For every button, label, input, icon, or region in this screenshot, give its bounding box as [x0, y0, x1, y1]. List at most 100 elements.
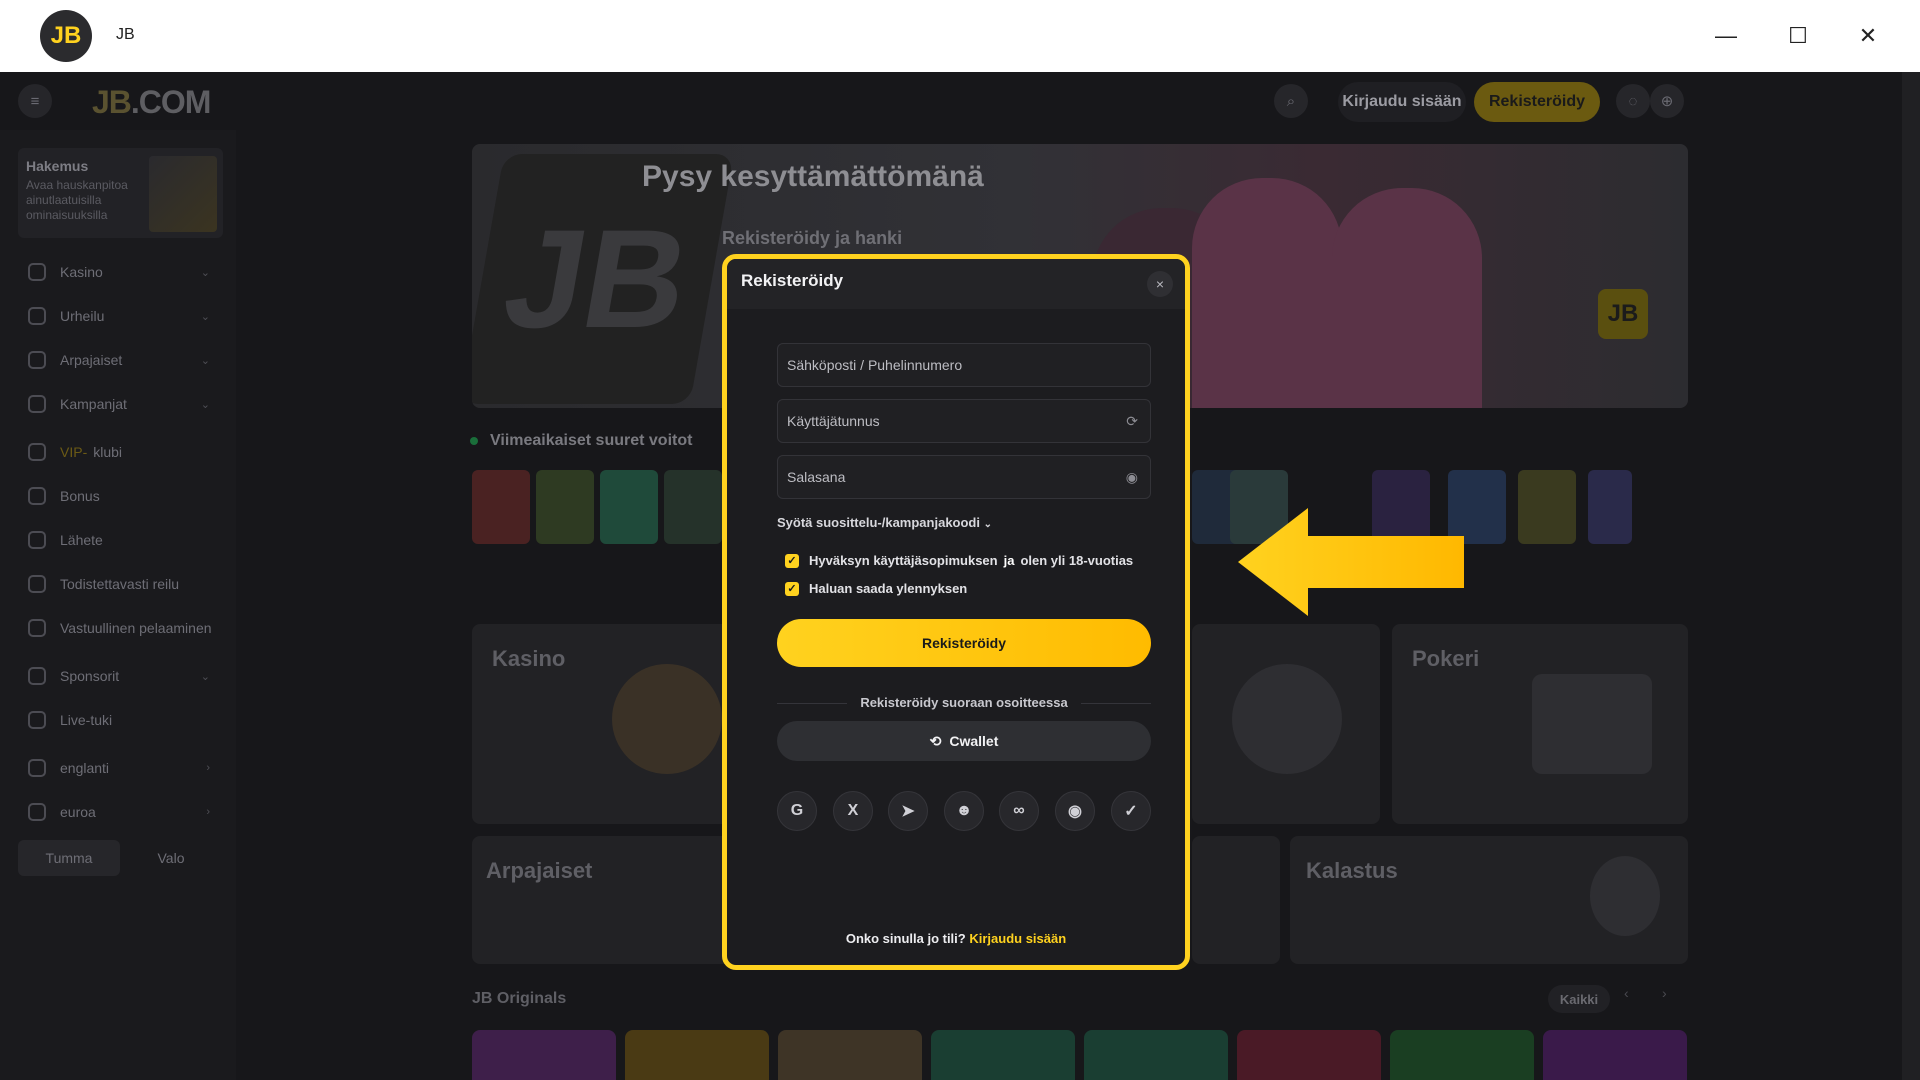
terms-checkbox-row[interactable]: ✓ Hyväksyn käyttäjäsopimuksen ja olen yl…	[785, 553, 1133, 568]
theme-light-button[interactable]: Valo	[120, 840, 222, 876]
sidebar-item-sponsorit[interactable]: Sponsorit ⌄	[18, 658, 222, 694]
site-logo[interactable]: JB.COM	[92, 84, 212, 121]
x-login-icon[interactable]: X	[833, 791, 873, 831]
roulette-image	[612, 664, 722, 774]
promo-checkbox-row[interactable]: ✓ Haluan saada ylennyksen	[785, 581, 967, 596]
headset-icon	[28, 711, 46, 729]
checkbox-checked-icon[interactable]: ✓	[785, 553, 799, 568]
cwallet-label: Cwallet	[949, 733, 999, 749]
refresh-icon[interactable]: ⟳	[1126, 413, 1138, 430]
close-window-button[interactable]: ✕	[1850, 18, 1886, 54]
chevron-left-icon[interactable]: ‹	[1624, 985, 1629, 1001]
header-login-button[interactable]: Kirjaudu sisään	[1338, 82, 1466, 122]
sidebar-item-fair[interactable]: Todistettavasti reilu	[18, 566, 222, 602]
tag-icon	[28, 395, 46, 413]
chat-icon[interactable]: ◌	[1616, 84, 1650, 118]
diamond-icon	[28, 443, 46, 461]
game-thumbnail[interactable]	[1518, 470, 1576, 544]
cwallet-icon: ⟲	[929, 732, 942, 749]
arrow-pointer-icon	[1238, 508, 1464, 616]
original-game-tile[interactable]	[625, 1030, 769, 1080]
promo-description: Avaa hauskanpitoa ainutlaatuisilla omina…	[26, 178, 128, 222]
chevron-right-icon[interactable]: ›	[1662, 985, 1667, 1001]
category-card-kalastus[interactable]: Kalastus	[1290, 836, 1688, 964]
game-thumbnail[interactable]	[536, 470, 594, 544]
original-game-tile[interactable]	[1390, 1030, 1534, 1080]
sidebar-item-responsible[interactable]: Vastuullinen pelaaminen	[18, 610, 222, 646]
telegram-login-icon[interactable]: ➤	[888, 791, 928, 831]
direct-register-divider: Rekisteröidy suoraan osoitteessa	[777, 695, 1151, 710]
game-thumbnail[interactable]	[472, 470, 530, 544]
maximize-button[interactable]: ☐	[1780, 18, 1816, 54]
password-placeholder: Salasana	[787, 469, 846, 485]
category-card-hidden[interactable]	[1192, 624, 1380, 824]
app-promo-card[interactable]: Hakemus Avaa hauskanpitoa ainutlaatuisil…	[18, 148, 223, 238]
referral-icon	[28, 531, 46, 549]
google-login-icon[interactable]: G	[777, 791, 817, 831]
site-header: ≡ JB.COM ⌕ Kirjaudu sisään Rekisteröidy …	[0, 72, 1902, 130]
sidebar-item-urheilu[interactable]: Urheilu ⌄	[18, 298, 222, 334]
checkbox-checked-icon[interactable]: ✓	[785, 581, 799, 596]
sidebar-item-vip[interactable]: VIP-klubi	[18, 434, 222, 470]
original-game-tile[interactable]	[472, 1030, 616, 1080]
banner-title: Pysy kesyttämättömänä	[642, 160, 984, 193]
sidebar-item-kampanjat[interactable]: Kampanjat ⌄	[18, 386, 222, 422]
category-card-hidden-2[interactable]	[1192, 836, 1280, 964]
category-label: Kalastus	[1306, 858, 1398, 883]
category-label: Kasino	[492, 646, 566, 671]
scrollbar[interactable]	[1902, 72, 1920, 1080]
player-image	[1192, 178, 1342, 408]
game-thumbnail[interactable]	[664, 470, 722, 544]
sports-icon	[28, 307, 46, 325]
register-modal: Rekisteröidy × Sähköposti / Puhelinnumer…	[722, 254, 1190, 970]
steam-login-icon[interactable]: ✓	[1111, 791, 1151, 831]
theme-switch: Tumma Valo	[18, 840, 222, 876]
email-field[interactable]: Sähköposti / Puhelinnumero	[777, 343, 1151, 387]
euro-icon	[28, 803, 46, 821]
original-game-tile[interactable]	[1084, 1030, 1228, 1080]
cwallet-button[interactable]: ⟲ Cwallet	[777, 721, 1151, 761]
category-card-pokeri[interactable]: Pokeri	[1392, 624, 1688, 824]
banner-subtitle: Rekisteröidy ja hanki	[722, 228, 903, 248]
scale-icon	[28, 575, 46, 593]
globe-icon[interactable]: ⊕	[1650, 84, 1684, 118]
sidebar-item-lahete[interactable]: Lähete	[18, 522, 222, 558]
metamask-login-icon[interactable]: ☻	[944, 791, 984, 831]
cards-image	[1532, 674, 1652, 774]
terms-and: ja	[1003, 553, 1015, 568]
sidebar-item-kasino[interactable]: Kasino ⌄	[18, 254, 222, 290]
sidebar-item-live-support[interactable]: Live-tuki	[18, 702, 222, 738]
password-field[interactable]: Salasana ◉	[777, 455, 1151, 499]
sidebar-item-label: Kampanjat	[60, 396, 127, 412]
sidebar-item-label: klubi	[93, 444, 123, 460]
chevron-down-icon: ⌄	[200, 310, 210, 323]
menu-icon[interactable]: ≡	[18, 84, 52, 118]
game-thumbnail[interactable]	[600, 470, 658, 544]
brand-com: .COM	[130, 84, 212, 120]
game-thumbnail[interactable]	[1588, 470, 1632, 544]
username-field[interactable]: Käyttäjätunnus ⟳	[777, 399, 1151, 443]
header-register-button[interactable]: Rekisteröidy	[1474, 82, 1600, 122]
modal-close-button[interactable]: ×	[1147, 271, 1173, 297]
minimize-button[interactable]: —	[1708, 18, 1744, 54]
login-link[interactable]: Kirjaudu sisään	[969, 931, 1066, 946]
walletconnect-login-icon[interactable]: ∞	[999, 791, 1039, 831]
referral-code-toggle[interactable]: Syötä suosittelu-/kampanjakoodi ⌄	[777, 515, 992, 530]
have-account-text: Onko sinulla jo tili? Kirjaudu sisään	[727, 931, 1185, 946]
search-icon[interactable]: ⌕	[1274, 84, 1308, 118]
view-all-button[interactable]: Kaikki	[1548, 985, 1610, 1013]
sidebar-item-arpajaiset[interactable]: Arpajaiset ⌄	[18, 342, 222, 378]
original-game-tile[interactable]	[778, 1030, 922, 1080]
original-game-tile[interactable]	[1543, 1030, 1687, 1080]
sidebar-item-bonus[interactable]: Bonus	[18, 478, 222, 514]
player-image	[1332, 188, 1482, 408]
sidebar-item-currency[interactable]: euroa ›	[18, 794, 222, 830]
original-game-tile[interactable]	[931, 1030, 1075, 1080]
original-game-tile[interactable]	[1237, 1030, 1381, 1080]
eye-icon[interactable]: ◉	[1126, 469, 1138, 486]
sidebar-item-label: Lähete	[60, 532, 103, 548]
sidebar-item-language[interactable]: englanti ›	[18, 750, 222, 786]
register-submit-button[interactable]: Rekisteröidy	[777, 619, 1151, 667]
theme-dark-button[interactable]: Tumma	[18, 840, 120, 876]
line-login-icon[interactable]: ◉	[1055, 791, 1095, 831]
